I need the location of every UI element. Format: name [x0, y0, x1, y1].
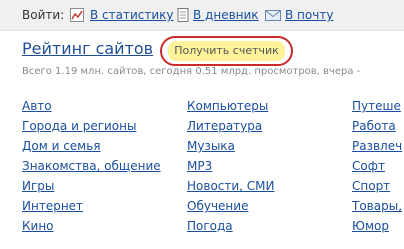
category-link[interactable]: Литература — [187, 116, 275, 136]
category-link[interactable]: Развлеч — [352, 136, 402, 156]
get-counter-label[interactable]: Получить счетчик — [168, 41, 285, 61]
mail-icon — [265, 7, 281, 21]
top-bar: Войти: В статистику В дневник В почту — [0, 0, 404, 31]
category-link[interactable]: Погода — [187, 216, 275, 236]
category-link[interactable]: Дом и семья — [22, 136, 161, 156]
category-link[interactable]: Софт — [352, 156, 402, 176]
category-link[interactable]: Игры — [22, 176, 161, 196]
category-link[interactable]: Города и регионы — [22, 116, 161, 136]
category-link[interactable]: Обучение — [187, 196, 275, 216]
category-link[interactable]: Компьютеры — [187, 96, 275, 116]
get-counter-button[interactable]: Получить счетчик — [160, 36, 293, 66]
category-link[interactable]: Спорт — [352, 176, 402, 196]
login-label: Войти: — [22, 8, 65, 22]
category-link[interactable]: Интернет — [22, 196, 161, 216]
link-statistics[interactable]: В статистику — [90, 8, 174, 22]
category-link[interactable]: Новости, СМИ — [187, 176, 275, 196]
link-diary[interactable]: В дневник — [193, 8, 259, 22]
category-link[interactable]: Юмор — [352, 216, 402, 236]
category-column-1: Авто Города и регионы Дом и семья Знаком… — [22, 96, 161, 236]
link-mail[interactable]: В почту — [285, 8, 333, 22]
diary-icon — [176, 7, 190, 22]
category-link[interactable]: Знакомства, общение — [22, 156, 161, 176]
category-link[interactable]: Кино — [22, 216, 161, 236]
category-link[interactable]: Музыка — [187, 136, 275, 156]
category-link[interactable]: MP3 — [187, 156, 275, 176]
category-column-2: Компьютеры Литература Музыка MP3 Новости… — [187, 96, 275, 236]
category-link[interactable]: Работа — [352, 116, 402, 136]
category-link[interactable]: Путеше — [352, 96, 402, 116]
stats-text: Всего 1.19 млн. сайтов, сегодня 0.51 млр… — [22, 66, 361, 77]
chart-icon — [70, 7, 84, 22]
page-title[interactable]: Рейтинг сайтов — [22, 39, 153, 58]
category-link[interactable]: Товары, — [352, 196, 402, 216]
category-link[interactable]: Авто — [22, 96, 161, 116]
category-column-3: Путеше Работа Развлеч Софт Спорт Товары,… — [352, 96, 402, 236]
